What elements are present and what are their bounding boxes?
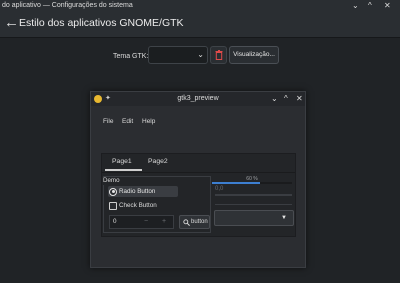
tab-page1[interactable]: Page1 [112, 157, 132, 167]
dropdown-arrow-icon: ▼ [281, 215, 287, 221]
back-arrow-icon[interactable]: ← [4, 14, 19, 32]
increment-icon[interactable]: + [162, 216, 166, 228]
search-button-label: button [191, 219, 208, 225]
close-icon[interactable]: ✕ [384, 0, 391, 11]
page-title: Estilo dos aplicativos GNOME/GTK [19, 17, 184, 29]
progress-bar [212, 182, 292, 184]
minimize-icon[interactable]: ⌄ [352, 0, 359, 11]
radio-button[interactable]: Radio Button [108, 186, 178, 197]
radio-button-label: Radio Button [119, 188, 156, 195]
decrement-icon[interactable]: − [144, 216, 148, 228]
window-titlebar: do aplicativo — Configurações do sistema… [0, 0, 400, 11]
trash-icon [215, 50, 222, 60]
delete-theme-button[interactable] [210, 46, 227, 64]
progress-fill [212, 182, 260, 184]
spin-button[interactable]: 0 − + [109, 215, 174, 229]
spin-value: 0 [113, 218, 117, 225]
tab-page2[interactable]: Page2 [148, 157, 168, 167]
gtk-theme-combo[interactable]: ⌄ [148, 46, 208, 64]
menu-edit[interactable]: Edit [122, 116, 133, 127]
maximize-icon[interactable]: ^ [284, 93, 288, 105]
minimize-icon[interactable]: ⌄ [271, 93, 278, 105]
tab-separator [102, 172, 295, 173]
preview-button[interactable]: Visualização... [229, 46, 279, 64]
gtk-theme-label: Tema GTK: [113, 53, 149, 60]
separator [215, 204, 292, 205]
close-icon[interactable]: ✕ [296, 93, 303, 105]
chevron-down-icon: ⌄ [197, 50, 204, 59]
scale-value: 0,0 [215, 186, 224, 192]
window-title: do aplicativo — Configurações do sistema [2, 2, 133, 9]
demo-frame-label: Demo [103, 177, 122, 185]
gtk-preview-titlebar: gtk3_preview ✦ ⌄ ^ ✕ [91, 92, 305, 106]
search-icon [183, 219, 190, 226]
check-button-label: Check Button [119, 202, 157, 209]
radio-indicator [109, 187, 117, 196]
check-button[interactable] [109, 202, 117, 210]
scale-slider[interactable] [215, 194, 292, 196]
menu-file[interactable]: File [103, 116, 113, 127]
menu-help[interactable]: Help [142, 116, 155, 127]
gtk-preview-window: gtk3_preview ✦ ⌄ ^ ✕ File Edit Help Page… [90, 91, 306, 268]
app-icon [94, 95, 102, 103]
pin-icon[interactable]: ✦ [105, 93, 111, 105]
maximize-icon[interactable]: ^ [368, 0, 372, 11]
combo-box[interactable]: ▼ [214, 210, 294, 226]
search-button[interactable]: button [179, 215, 210, 229]
menubar: File Edit Help [91, 116, 305, 127]
page-header: ← Estilo dos aplicativos GNOME/GTK [0, 11, 400, 38]
notebook: Page1 Page2 Demo Radio Button Check Butt… [101, 153, 296, 237]
active-tab-indicator [105, 169, 142, 171]
